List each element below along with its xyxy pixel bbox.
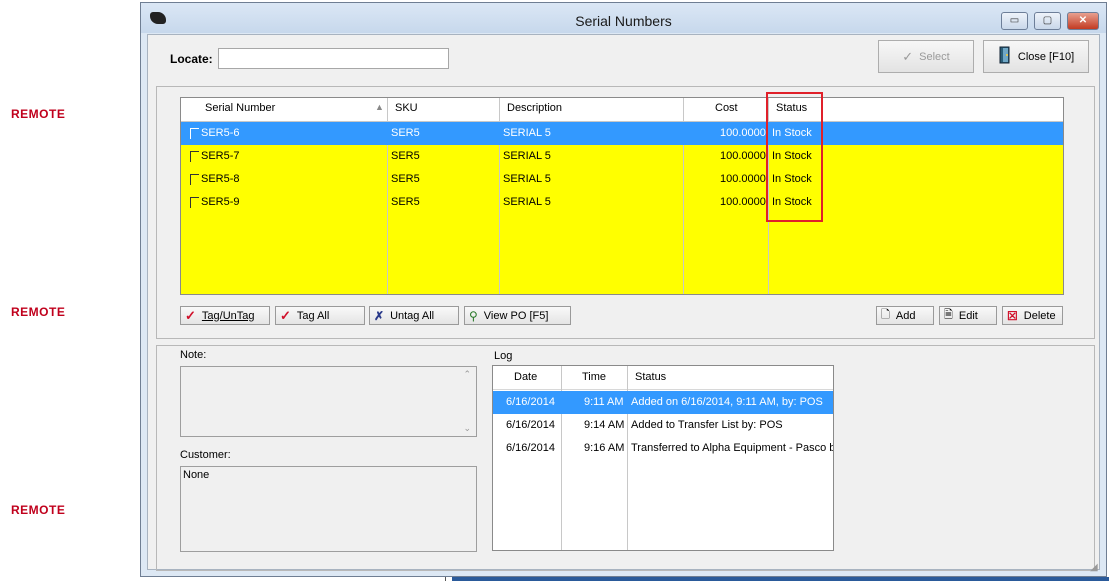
table-row[interactable]: SER5-7 SER5 SERIAL 5 100.0000 In Stock [181,145,1063,168]
delete-label: Delete [1023,309,1056,322]
cell-description: SERIAL 5 [503,150,551,162]
cell-cost: 100.0000 [720,173,766,185]
cell-cost: 100.0000 [720,150,766,162]
customer-label: Customer: [180,449,231,461]
taskbar-strip [452,577,1109,581]
customer-field[interactable]: None [180,466,477,552]
check-icon: ✓ [902,48,914,64]
table-row[interactable]: SER5-9 SER5 SERIAL 5 100.0000 In Stock [181,191,1063,214]
cell-sku: SER5 [391,127,420,139]
cell-description: SERIAL 5 [503,196,551,208]
log-row[interactable]: 6/16/2014 9:16 AM Transferred to Alpha E… [493,437,833,460]
column-header-cost[interactable]: Cost [715,102,738,114]
log-column-time[interactable]: Time [582,371,606,383]
locate-input[interactable] [218,48,449,69]
cell-serial: SER5-6 [201,127,240,139]
log-status: Added to Transfer List by: POS [631,419,783,431]
cell-serial: SER5-8 [201,173,240,185]
column-header-description[interactable]: Description [507,102,562,114]
red-check-icon: ✓ [185,307,196,323]
minimize-button[interactable]: ▭ [1001,12,1028,30]
binoculars-icon: ⚲ [469,308,478,323]
close-window-button[interactable]: ✕ [1067,12,1099,30]
view-po-label: View PO [F5] [483,309,549,322]
edit-button[interactable]: 🗎 Edit [939,306,997,325]
tag-checkbox[interactable] [190,151,199,162]
status-highlight-box [766,92,823,222]
cell-description: SERIAL 5 [503,173,551,185]
select-button-label: Select [919,50,950,63]
locate-label: Locate: [170,52,213,66]
log-status: Transferred to Alpha Equipment - Pasco b… [631,442,834,454]
log-header: Date Time Status [493,366,833,390]
cell-serial: SER5-7 [201,150,240,162]
column-header-serial-number[interactable]: Serial Number [205,102,275,114]
table-row[interactable]: SER5-8 SER5 SERIAL 5 100.0000 In Stock [181,168,1063,191]
cell-sku: SER5 [391,173,420,185]
tag-all-label: Tag All [296,309,330,322]
tag-checkbox[interactable] [190,128,199,139]
cell-serial: SER5-9 [201,196,240,208]
log-table[interactable]: Date Time Status 6/16/2014 9:11 AM Added… [492,365,834,551]
remote-label-2: REMOTE [11,305,66,319]
tag-checkbox[interactable] [190,174,199,185]
select-button[interactable]: ✓ Select [878,40,974,73]
untag-all-icon: ✗ [374,308,385,323]
cell-cost: 100.0000 [720,196,766,208]
sort-ascending-icon: ▲ [375,102,384,112]
log-time: 9:14 AM [584,419,625,431]
log-row[interactable]: 6/16/2014 9:11 AM Added on 6/16/2014, 9:… [493,391,833,414]
taskbar-divider [445,577,446,581]
edit-label: Edit [958,309,978,322]
log-status: Added on 6/16/2014, 9:11 AM, by: POS [631,396,823,408]
note-field[interactable]: ⌃ ⌄ [180,366,477,437]
note-label: Note: [180,349,207,361]
tag-untag-label: Tag/UnTag [201,309,255,322]
table-row[interactable]: SER5-6 SER5 SERIAL 5 100.0000 In Stock [181,122,1063,145]
cell-cost: 100.0000 [720,127,766,139]
cell-sku: SER5 [391,196,420,208]
resize-grip-icon[interactable]: ◢ [1090,562,1102,574]
serial-numbers-grid[interactable]: Serial Number ▲ SKU Description Cost Sta… [180,97,1064,295]
scroll-up-icon[interactable]: ⌃ [463,369,471,380]
untag-all-label: Untag All [390,309,435,322]
add-button[interactable]: 🗋 Add [876,306,934,325]
untag-all-button[interactable]: ✗ Untag All [369,306,459,325]
add-label: Add [895,309,916,322]
edit-document-icon: 🗎 [944,309,953,321]
grid-header: Serial Number ▲ SKU Description Cost Sta… [181,98,1063,122]
log-time: 9:16 AM [584,442,625,454]
tag-all-icon: ✓ [280,307,291,323]
log-time: 9:11 AM [584,396,624,408]
new-document-icon: 🗋 [881,309,890,321]
cell-description: SERIAL 5 [503,127,551,139]
title-bar[interactable]: Serial Numbers ▭ ▢ ✕ [141,3,1106,33]
close-button-label: Close [F10] [1017,50,1075,63]
delete-button[interactable]: ☒ Delete [1002,306,1063,325]
window-title: Serial Numbers [575,13,672,29]
log-column-status[interactable]: Status [635,371,666,383]
tag-checkbox[interactable] [190,197,199,208]
close-f10-button[interactable]: Close [F10] [983,40,1089,73]
tag-all-button[interactable]: ✓ Tag All [275,306,365,325]
view-po-button[interactable]: ⚲ View PO [F5] [464,306,571,325]
customer-value: None [183,469,210,481]
delete-icon: ☒ [1007,308,1018,323]
door-exit-icon [998,46,1012,67]
cell-sku: SER5 [391,150,420,162]
remote-label-1: REMOTE [11,107,66,121]
log-date: 6/16/2014 [506,396,555,408]
log-row[interactable]: 6/16/2014 9:14 AM Added to Transfer List… [493,414,833,437]
maximize-button[interactable]: ▢ [1034,12,1061,30]
log-date: 6/16/2014 [506,442,555,454]
remote-label-3: REMOTE [11,503,66,517]
scroll-down-icon[interactable]: ⌄ [463,423,471,434]
log-column-date[interactable]: Date [514,371,537,383]
tag-untag-button[interactable]: ✓ Tag/UnTag [180,306,270,325]
log-date: 6/16/2014 [506,419,555,431]
column-header-sku[interactable]: SKU [395,102,418,114]
log-label: Log [494,350,513,362]
